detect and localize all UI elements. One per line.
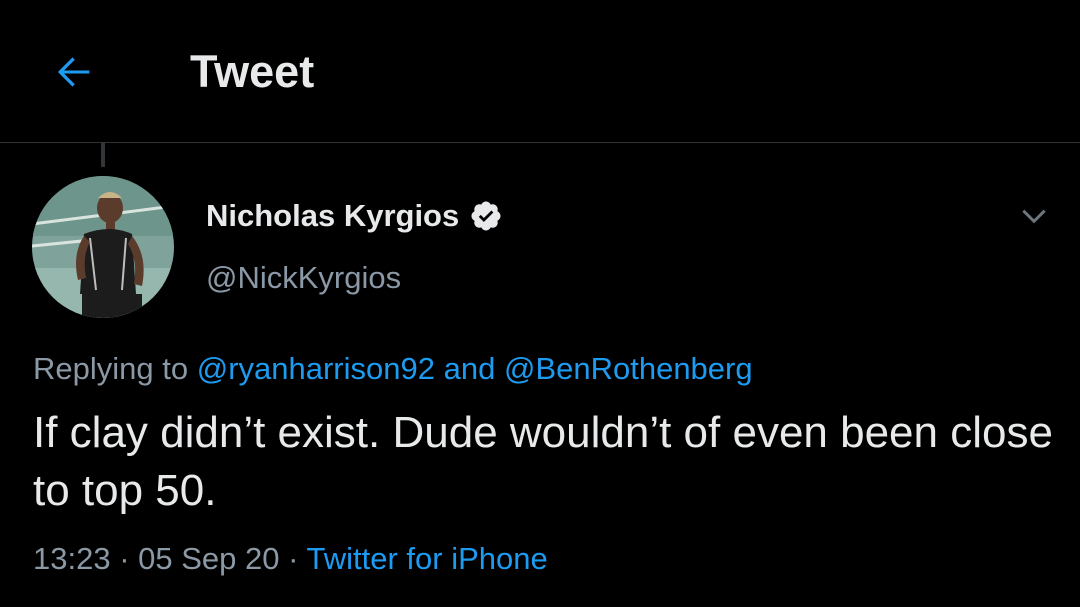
- back-button[interactable]: [46, 44, 102, 100]
- mention-link-benrothenberg[interactable]: @BenRothenberg: [504, 351, 753, 386]
- tweet-metadata: 13:23 · 05 Sep 20 · Twitter for iPhone: [33, 538, 548, 580]
- chevron-down-icon: [1022, 209, 1046, 224]
- profile-photo: [32, 176, 174, 318]
- replying-conjunction: and: [443, 351, 496, 386]
- tweet-time: 13:23: [33, 541, 111, 576]
- page-title: Tweet: [190, 46, 315, 97]
- tweet-date: 05 Sep 20: [138, 541, 280, 576]
- verified-badge-icon: [469, 199, 503, 233]
- meta-separator: ·: [119, 541, 130, 576]
- author-display-name[interactable]: Nicholas Kyrgios: [206, 196, 503, 236]
- arrow-left-icon: [57, 57, 90, 87]
- meta-separator-2: ·: [288, 541, 299, 576]
- replying-to-line: Replying to @ryanharrison92 and @BenRoth…: [33, 348, 753, 390]
- author-handle[interactable]: @NickKyrgios: [206, 258, 401, 298]
- thread-connector-line: [101, 143, 105, 167]
- tweet-menu-button[interactable]: [1012, 196, 1056, 236]
- replying-prefix: Replying to: [33, 351, 189, 386]
- avatar[interactable]: [32, 176, 174, 318]
- top-app-bar: Tweet: [0, 0, 1080, 143]
- author-name-text: Nicholas Kyrgios: [206, 198, 460, 233]
- mention-link-ryanharrison92[interactable]: @ryanharrison92: [197, 351, 435, 386]
- tweet-body-text: If clay didn’t exist. Dude wouldn’t of e…: [33, 408, 1053, 515]
- tweet-source-link[interactable]: Twitter for iPhone: [307, 541, 548, 576]
